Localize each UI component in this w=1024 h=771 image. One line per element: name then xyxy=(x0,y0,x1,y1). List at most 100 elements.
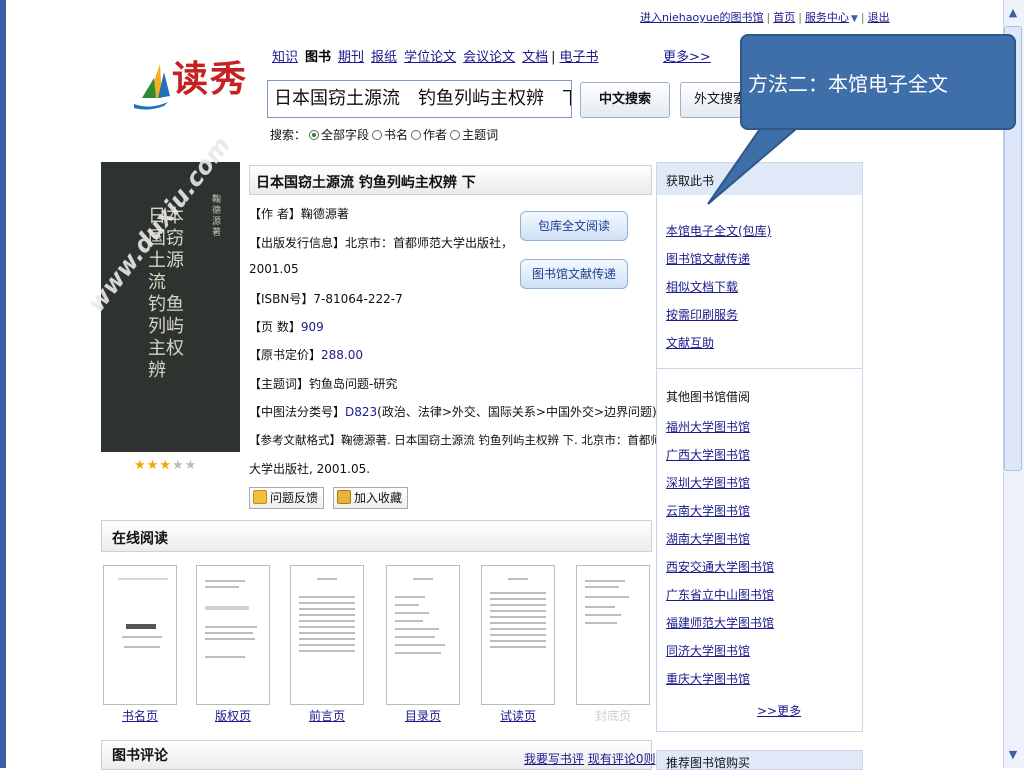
search-scope-label: 搜索： xyxy=(270,128,307,142)
edit-icon xyxy=(253,490,267,504)
scope-subject-label[interactable]: 主题词 xyxy=(462,128,498,142)
tab-books[interactable]: 图书 xyxy=(305,50,331,65)
doc-delivery-button[interactable]: 图书馆文献传递 xyxy=(520,259,628,289)
similar-docs-link[interactable]: 相似文档下载 xyxy=(666,278,738,295)
scroll-down-arrow-icon[interactable]: ▼ xyxy=(1004,745,1022,765)
author-row: 【作 者】鞠德源著 xyxy=(249,205,349,222)
feedback-button[interactable]: 问题反馈 xyxy=(249,487,325,509)
scope-title-label[interactable]: 书名 xyxy=(384,128,408,142)
library-link[interactable]: 云南大学图书馆 xyxy=(666,502,750,519)
tab-knowledge[interactable]: 知识 xyxy=(272,50,298,65)
tab-journals[interactable]: 期刊 xyxy=(338,50,364,65)
scope-author-label[interactable]: 作者 xyxy=(423,128,447,142)
feedback-label: 问题反馈 xyxy=(270,491,319,505)
publication-row: 【出版发行信息】北京市：首都师范大学出版社， xyxy=(249,234,513,251)
publication-label: 【出版发行信息】 xyxy=(249,236,346,250)
library-link[interactable]: 西安交通大学图书馆 xyxy=(666,558,774,575)
price-label: 【原书定价】 xyxy=(249,348,322,362)
logout-link[interactable]: 退出 xyxy=(868,11,890,24)
radio-author[interactable] xyxy=(411,130,422,140)
online-reading-title: 在线阅读 xyxy=(112,531,168,547)
scope-all-fields-label[interactable]: 全部字段 xyxy=(321,128,369,142)
more-libraries-link[interactable]: >>更多 xyxy=(757,702,801,719)
reviews-title: 图书评论 xyxy=(112,748,168,764)
chevron-down-icon[interactable]: ▼ xyxy=(851,14,858,24)
favorite-icon xyxy=(337,490,351,504)
panel-divider xyxy=(657,368,862,369)
search-scope-options: 搜索： 全部字段 书名 作者 主题词 xyxy=(270,126,498,143)
chinese-search-button[interactable]: 中文搜索 xyxy=(580,82,670,118)
isbn-label: 【ISBN号】 xyxy=(249,292,314,306)
page-label-preface[interactable]: 前言页 xyxy=(290,707,364,724)
isbn-value: 7-81064-222-7 xyxy=(313,292,403,306)
page-label-toc[interactable]: 目录页 xyxy=(386,707,460,724)
star-filled-icon: ★ xyxy=(146,458,160,473)
classification-row: 【中图法分类号】D823(政治、法律>外交、国际关系>中国外交>边界问题) xyxy=(249,403,657,420)
price-row: 【原书定价】288.00 xyxy=(249,346,363,363)
page-thumbnail-toc[interactable] xyxy=(386,565,460,705)
logo-wordmark[interactable]: 读秀 xyxy=(172,50,248,102)
subject-row: 【主题词】钓鱼岛问题-研究 xyxy=(249,375,397,392)
read-full-text-button[interactable]: 包库全文阅读 xyxy=(520,211,628,241)
tab-separator: | xyxy=(551,50,556,65)
author-value: 鞠德源著 xyxy=(300,207,349,221)
scroll-up-arrow-icon[interactable]: ▲ xyxy=(1004,3,1022,23)
page-label-back[interactable]: 封底页 xyxy=(576,707,650,724)
radio-subject[interactable] xyxy=(450,130,461,140)
tab-documents[interactable]: 文档 xyxy=(522,50,548,65)
reference-value: 鞠德源著. 日本国窃土源流 钓鱼列屿主权辨 下. 北京市：首都师范 xyxy=(341,433,674,447)
tab-newspapers[interactable]: 报纸 xyxy=(371,50,397,65)
favorite-button[interactable]: 加入收藏 xyxy=(333,487,409,509)
library-fulltext-link[interactable]: 本馆电子全文(包库) xyxy=(666,222,771,239)
favorite-label: 加入收藏 xyxy=(354,491,403,505)
library-link[interactable]: 福州大学图书馆 xyxy=(666,418,750,435)
classification-desc: (政治、法律>外交、国际关系>中国外交>边界问题) xyxy=(377,405,657,419)
tab-theses[interactable]: 学位论文 xyxy=(404,50,456,65)
cover-author-text: 鞠德源 著 xyxy=(212,195,222,238)
reference-value-cont: 大学出版社, 2001.05. xyxy=(249,462,371,476)
pages-value: 909 xyxy=(300,320,324,334)
library-link[interactable]: 湖南大学图书馆 xyxy=(666,530,750,547)
page-label-copyright[interactable]: 版权页 xyxy=(196,707,270,724)
more-tabs-link[interactable]: 更多>> xyxy=(663,46,711,65)
subject-value: 钓鱼岛问题-研究 xyxy=(309,377,398,391)
page-thumbnail-back[interactable] xyxy=(576,565,650,705)
tab-ebooks[interactable]: 电子书 xyxy=(560,50,599,65)
top-user-links: 进入niehaoyue的图书馆 | 首页 | 服务中心 ▼ | 退出 xyxy=(640,11,890,24)
library-link[interactable]: 重庆大学图书馆 xyxy=(666,670,750,687)
doc-delivery-link[interactable]: 图书馆文献传递 xyxy=(666,250,750,267)
print-on-demand-link[interactable]: 按需印刷服务 xyxy=(666,306,738,323)
library-link[interactable]: 广东省立中山图书馆 xyxy=(666,586,774,603)
page-thumbnail-sample[interactable] xyxy=(481,565,555,705)
publication-date: 2001.05 xyxy=(249,262,299,276)
library-link[interactable]: 同济大学图书馆 xyxy=(666,642,750,659)
page-label-sample[interactable]: 试读页 xyxy=(481,707,555,724)
subject-label: 【主题词】 xyxy=(249,377,310,391)
star-empty-icon: ★ xyxy=(171,458,185,473)
star-filled-icon: ★ xyxy=(134,458,147,473)
home-link[interactable]: 首页 xyxy=(773,11,795,24)
service-center-link[interactable]: 服务中心 xyxy=(805,11,849,24)
page-label-title[interactable]: 书名页 xyxy=(103,707,177,724)
library-link[interactable]: 深圳大学图书馆 xyxy=(666,474,750,491)
library-link[interactable]: 广西大学图书馆 xyxy=(666,446,750,463)
star-empty-icon: ★ xyxy=(184,458,198,473)
existing-reviews-link[interactable]: 现有评论0则 xyxy=(588,752,656,766)
write-review-link[interactable]: 我要写书评 xyxy=(524,752,584,766)
page-thumbnail-title[interactable] xyxy=(103,565,177,705)
doc-exchange-link[interactable]: 文献互助 xyxy=(666,334,714,351)
reference-row: 【参考文献格式】鞠德源著. 日本国窃土源流 钓鱼列屿主权辨 下. 北京市：首都师… xyxy=(249,432,673,448)
book-title: 日本国窃土源流 钓鱼列屿主权辨 下 xyxy=(256,175,476,191)
library-link[interactable]: 福建师范大学图书馆 xyxy=(666,614,774,631)
radio-title[interactable] xyxy=(372,130,383,140)
tab-conference-papers[interactable]: 会议论文 xyxy=(463,50,515,65)
page-thumbnail-preface[interactable] xyxy=(290,565,364,705)
callout-text: 方法二：本馆电子全文 xyxy=(748,72,948,96)
page-thumbnail-copyright[interactable] xyxy=(196,565,270,705)
author-label: 【作 者】 xyxy=(249,207,301,221)
pages-row: 【页 数】909 xyxy=(249,318,324,335)
radio-all-fields[interactable] xyxy=(309,130,320,140)
pages-label: 【页 数】 xyxy=(249,320,301,334)
user-library-link[interactable]: 进入niehaoyue的图书馆 xyxy=(640,11,764,24)
search-input[interactable]: 日本国窃土源流 钓鱼列屿主权辨 下 xyxy=(267,80,572,118)
